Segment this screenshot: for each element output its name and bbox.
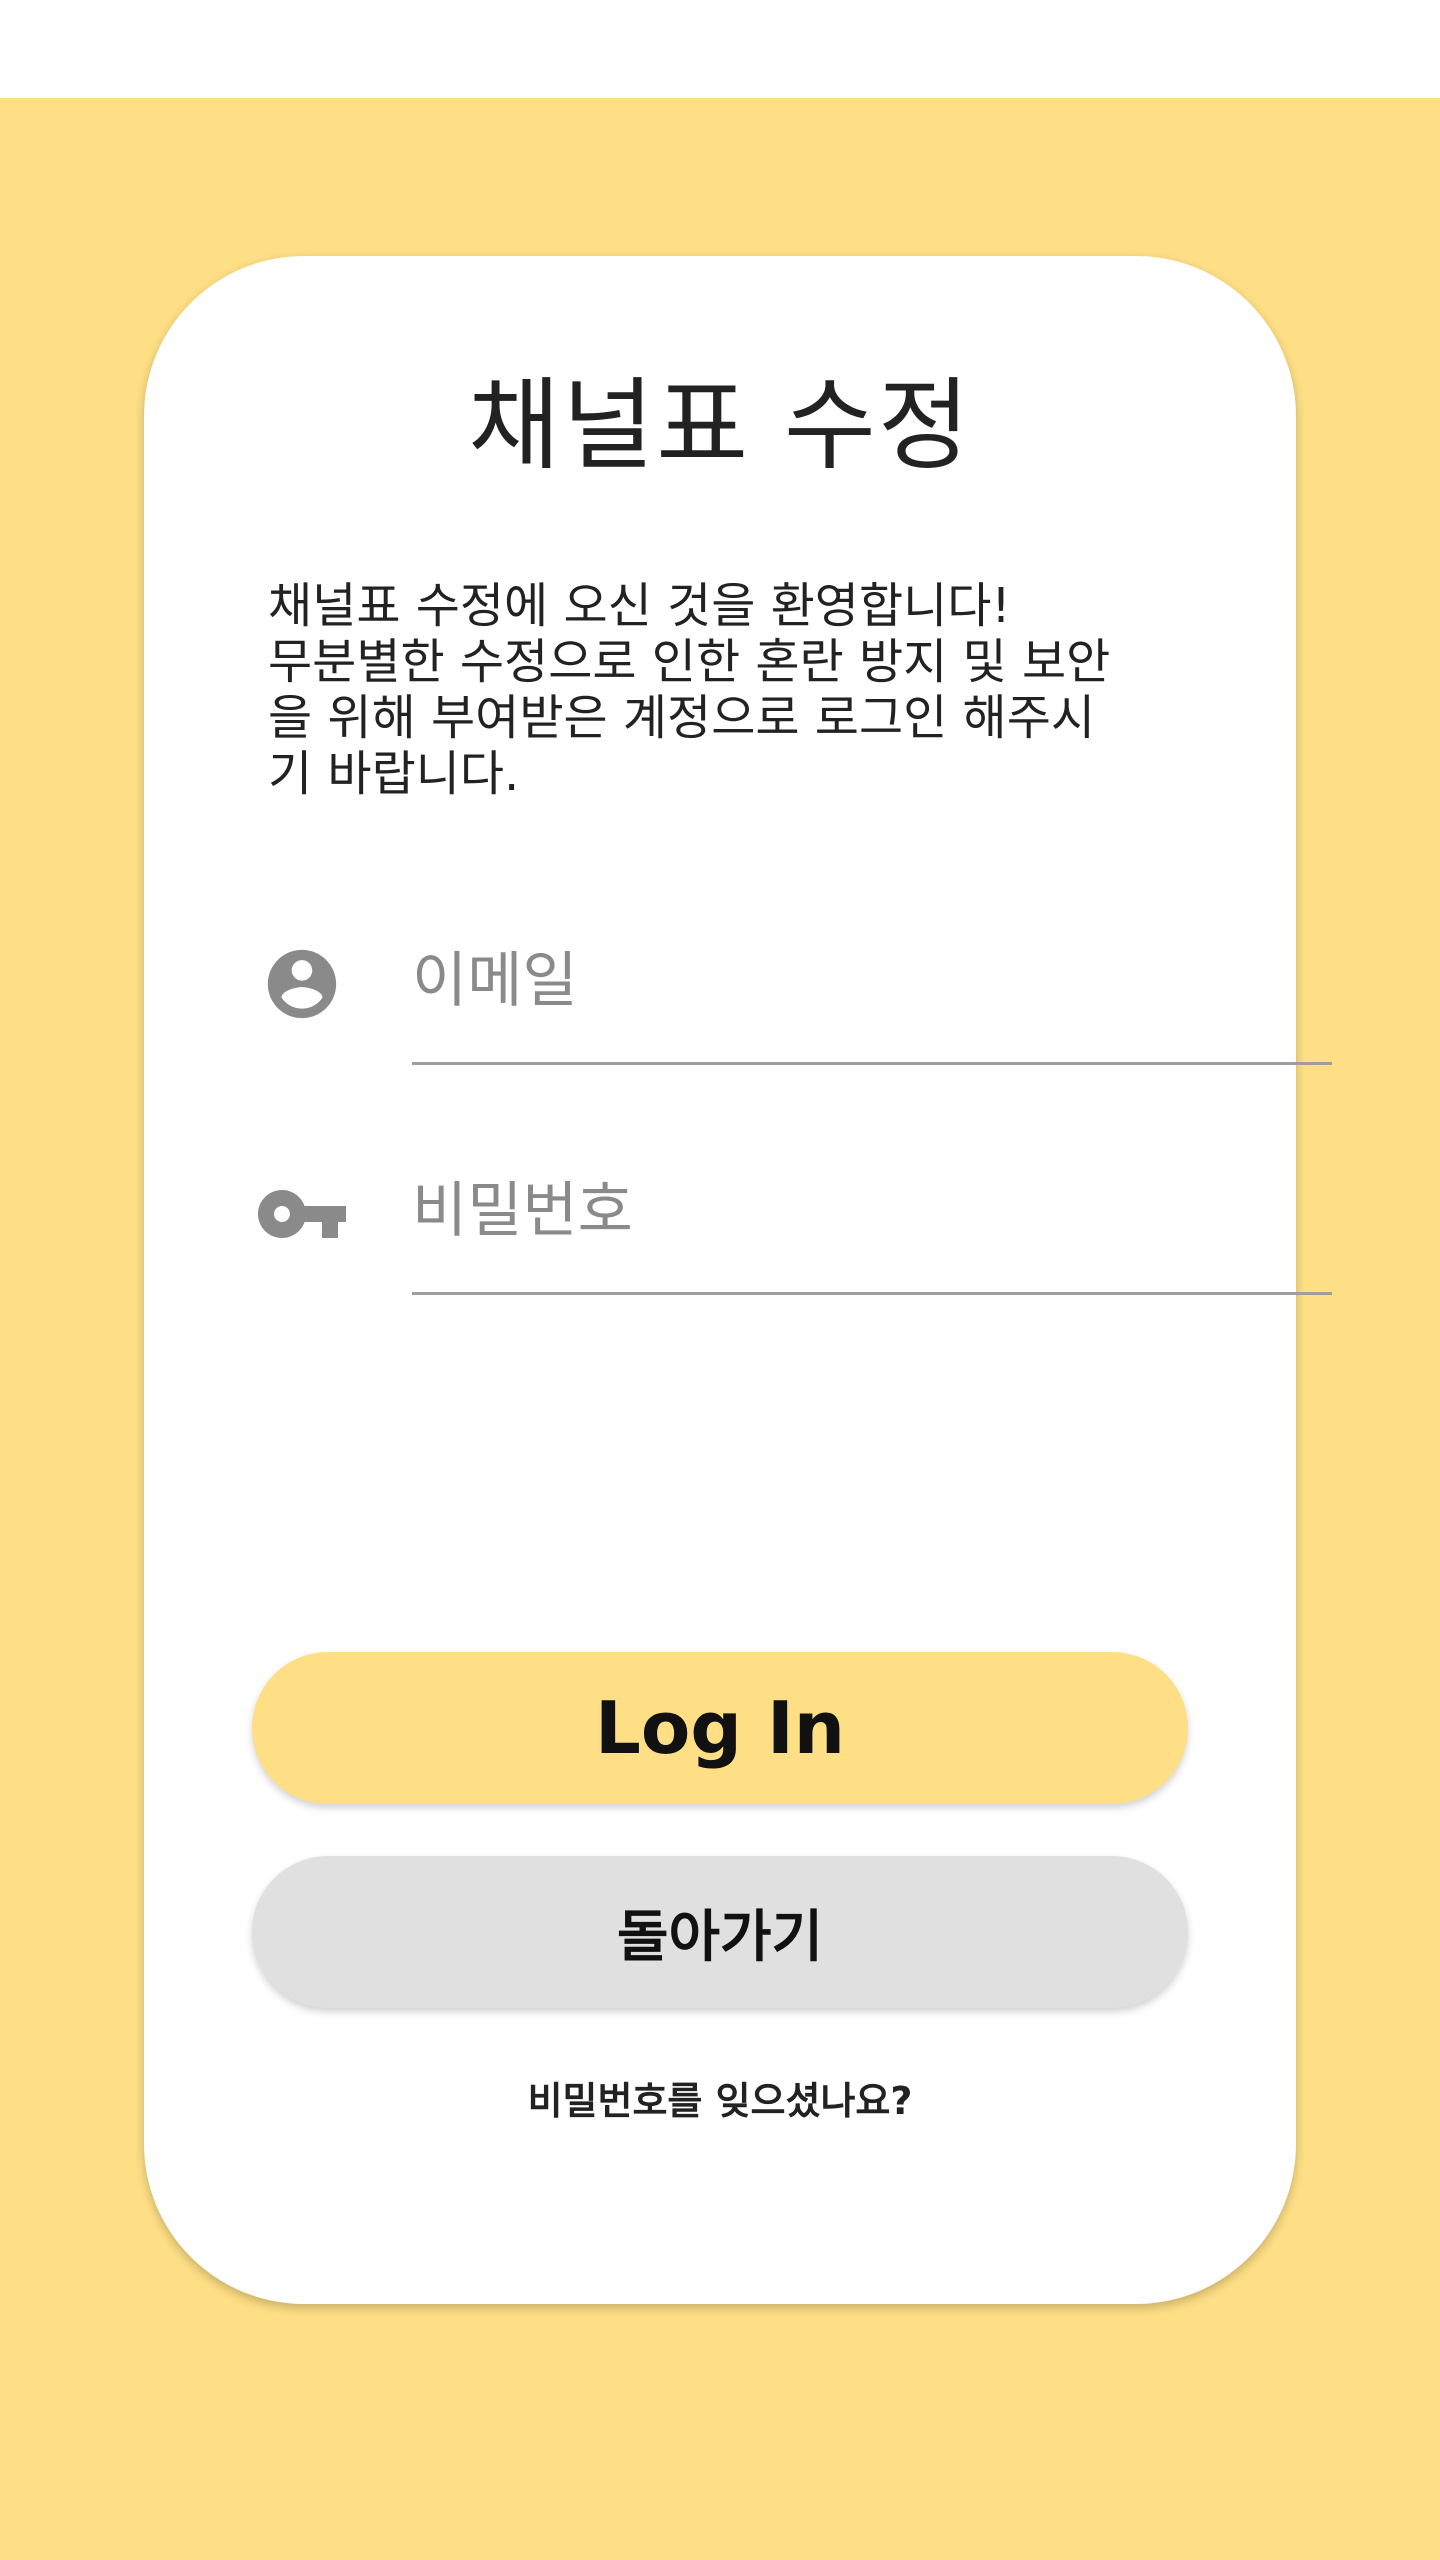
status-bar xyxy=(0,0,1440,98)
email-input[interactable] xyxy=(412,916,1332,1046)
password-field xyxy=(144,1146,1332,1306)
login-screen: 채널표 수정 채널표 수정에 오신 것을 환영합니다! 무분별한 수정으로 인한… xyxy=(0,0,1440,2560)
login-card: 채널표 수정 채널표 수정에 오신 것을 환영합니다! 무분별한 수정으로 인한… xyxy=(144,256,1332,2304)
account-circle-icon xyxy=(254,936,350,1032)
email-field xyxy=(144,916,1332,1076)
key-icon xyxy=(254,1166,350,1262)
password-underline xyxy=(412,1292,1332,1295)
forgot-password-link[interactable]: 비밀번호를 잊으셨나요? xyxy=(144,2070,1296,2125)
welcome-message: 채널표 수정에 오신 것을 환영합니다! 무분별한 수정으로 인한 혼란 방지 … xyxy=(268,578,1111,802)
email-underline xyxy=(412,1062,1332,1065)
password-input[interactable] xyxy=(412,1146,1332,1276)
login-button[interactable]: Log In xyxy=(252,1652,1188,1804)
page-title: 채널표 수정 xyxy=(468,367,972,484)
back-button[interactable]: 돌아가기 xyxy=(252,1856,1188,2008)
